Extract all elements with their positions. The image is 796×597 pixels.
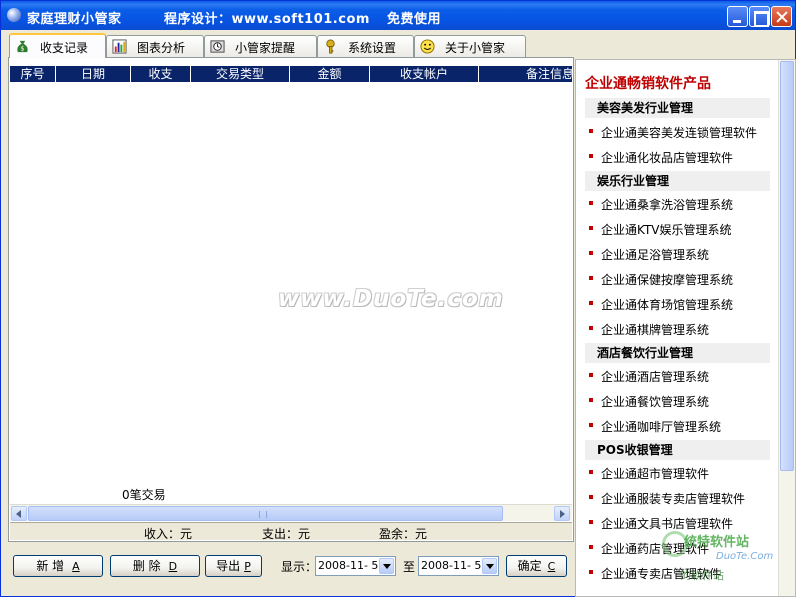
maximize-button[interactable] — [749, 6, 770, 27]
vertical-scrollbar[interactable] — [778, 60, 795, 596]
summary-bar: 收入：元 支出：元 盈余：元 — [10, 522, 572, 541]
to-date-picker[interactable]: 2008-11- 5 — [418, 556, 499, 576]
designer-credit: 程序设计：www.soft101.com — [164, 12, 370, 27]
export-button-label: 导出 — [216, 559, 241, 573]
logo-line3: 的软件站 — [680, 569, 724, 582]
money-bag-icon: $ — [17, 40, 28, 52]
product-link[interactable]: 企业通超市管理软件 — [588, 465, 709, 482]
product-panel-title: 企业通畅销软件产品 — [585, 76, 711, 92]
product-link[interactable]: 企业通服装专卖店管理软件 — [588, 490, 745, 507]
col-header-index[interactable]: 序号 — [10, 66, 56, 82]
tab-label: 系统设置 — [348, 41, 397, 55]
smiley-icon — [420, 39, 435, 54]
to-label: 至 — [403, 560, 416, 574]
chevron-down-icon[interactable] — [482, 558, 497, 574]
scroll-thumb[interactable] — [28, 506, 503, 521]
confirm-button-label: 确定 — [517, 559, 542, 573]
col-header-notes[interactable]: 备注信息 — [479, 66, 572, 82]
settings-key-icon — [326, 39, 335, 54]
scroll-right-button[interactable] — [554, 506, 570, 521]
product-ad-panel: 企业通畅销软件产品 美容美发行业管理 企业通美容美发连锁管理软件 企业通化妆品店… — [575, 59, 796, 597]
product-link[interactable]: 企业通足浴管理系统 — [588, 246, 709, 263]
add-hotkey: A — [72, 560, 80, 573]
col-header-date[interactable]: 日期 — [56, 66, 131, 82]
balance-total: 盈余：元 — [379, 527, 428, 541]
category-pos: POS收银管理 — [585, 440, 770, 460]
category-entertainment: 娱乐行业管理 — [585, 171, 770, 191]
col-header-type[interactable]: 收支 — [131, 66, 191, 82]
add-button[interactable]: 新 增A — [13, 555, 103, 577]
export-button[interactable]: 导出 P — [205, 555, 262, 577]
col-header-account[interactable]: 收支帐户 — [370, 66, 479, 82]
category-beauty: 美容美发行业管理 — [585, 98, 770, 118]
site-logo: 统特软件站 DuoTe.Com 的软件站 — [656, 529, 796, 589]
show-label: 显示： — [281, 560, 318, 574]
col-header-transaction[interactable]: 交易类型 — [191, 66, 290, 82]
export-hotkey: P — [244, 560, 251, 573]
product-link[interactable]: 企业通体育场馆管理系统 — [588, 296, 733, 313]
product-link[interactable]: 企业通餐饮管理系统 — [588, 393, 709, 410]
scroll-thumb[interactable] — [780, 61, 794, 471]
col-header-amount[interactable]: 金额 — [290, 66, 370, 82]
title-bar[interactable]: 家庭理财小管家 程序设计：www.soft101.com 免费使用 — [1, 1, 795, 30]
tab-label: 收支记录 — [40, 41, 89, 55]
delete-button[interactable]: 删 除D — [110, 555, 200, 577]
product-link[interactable]: 企业通化妆品店管理软件 — [588, 149, 733, 166]
grid-header: 序号 日期 收支 交易类型 金额 收支帐户 备注信息 — [10, 66, 572, 82]
svg-text:$: $ — [20, 44, 24, 52]
tab-records[interactable]: $ 收支记录 — [9, 33, 106, 58]
close-button[interactable] — [771, 6, 792, 27]
product-link[interactable]: 企业通棋牌管理系统 — [588, 321, 709, 338]
tab-label: 关于小管家 — [445, 41, 506, 55]
product-link[interactable]: 企业通美容美发连锁管理软件 — [588, 124, 757, 141]
watermark: www.DuoTe.com — [278, 286, 504, 312]
bar-chart-icon — [112, 39, 127, 54]
tab-label: 图表分析 — [137, 41, 186, 55]
delete-hotkey: D — [168, 560, 178, 573]
confirm-button[interactable]: 确定 C — [506, 555, 567, 577]
app-icon[interactable] — [7, 8, 21, 22]
reminder-icon — [210, 40, 225, 53]
scroll-left-button[interactable] — [11, 506, 27, 521]
category-hotel: 酒店餐饮行业管理 — [585, 343, 770, 363]
income-total: 收入：元 — [144, 527, 193, 541]
app-title: 家庭理财小管家 — [27, 12, 122, 27]
add-button-label: 新 增 — [36, 559, 65, 573]
chevron-down-icon[interactable] — [379, 558, 394, 574]
grip-icon — [259, 511, 267, 518]
product-link[interactable]: 企业通咖啡厅管理系统 — [588, 418, 721, 435]
from-date-picker[interactable]: 2008-11- 5 — [315, 556, 396, 576]
delete-button-label: 删 除 — [132, 559, 161, 573]
tab-settings[interactable]: 系统设置 — [317, 35, 414, 57]
logo-line1: 统特软件站 — [684, 535, 750, 550]
logo-line2: DuoTe.Com — [716, 551, 774, 562]
from-date-value: 2008-11- 5 — [318, 559, 379, 572]
horizontal-scrollbar[interactable] — [10, 504, 572, 521]
expense-total: 支出：元 — [262, 527, 311, 541]
tab-label: 小管家提醒 — [235, 41, 296, 55]
to-date-value: 2008-11- 5 — [421, 559, 482, 572]
confirm-hotkey: C — [547, 560, 556, 573]
transaction-count: 0笔交易 — [122, 488, 166, 502]
free-label: 免费使用 — [387, 12, 442, 27]
product-link[interactable]: 企业通保健按摩管理系统 — [588, 271, 733, 288]
main-window: 家庭理财小管家 程序设计：www.soft101.com 免费使用 $ 收支记录… — [0, 0, 796, 597]
tab-charts[interactable]: 图表分析 — [106, 35, 204, 57]
product-link[interactable]: 企业通酒店管理系统 — [588, 368, 709, 385]
product-link[interactable]: 企业通KTV娱乐管理系统 — [588, 221, 731, 238]
product-link[interactable]: 企业通桑拿洗浴管理系统 — [588, 196, 733, 213]
tab-about[interactable]: 关于小管家 — [414, 35, 526, 57]
minimize-button[interactable] — [727, 6, 748, 27]
tab-reminder[interactable]: 小管家提醒 — [204, 35, 317, 57]
